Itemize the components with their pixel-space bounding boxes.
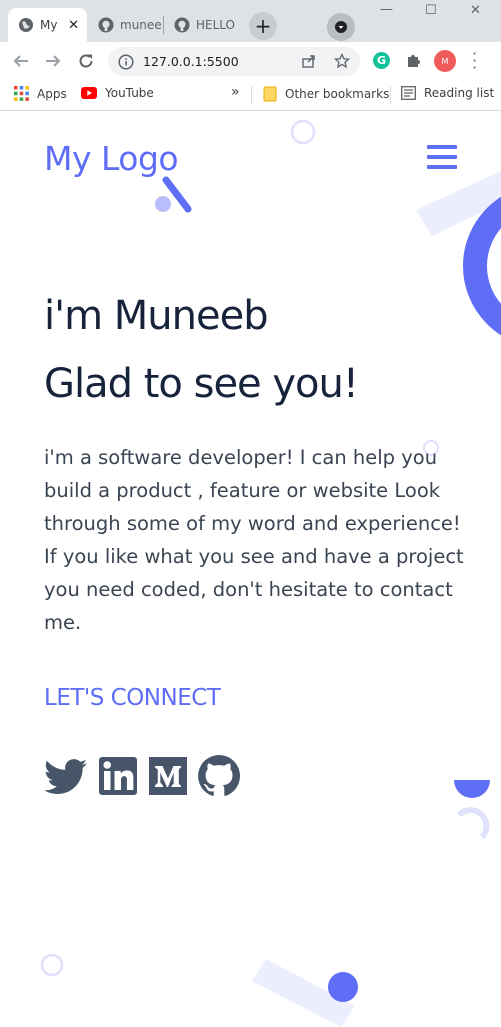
plus-icon: + [254, 14, 272, 38]
site-logo[interactable]: My Logo [44, 139, 179, 178]
decor-ring [40, 953, 64, 977]
bookmark-divider [251, 86, 252, 104]
new-tab-button[interactable]: + [249, 12, 277, 40]
star-icon[interactable] [334, 53, 350, 69]
share-icon[interactable] [301, 53, 317, 69]
hamburger-menu-icon[interactable] [427, 145, 457, 170]
tab-label: HELLO [196, 18, 235, 32]
browser-toolbar: 127.0.0.1:5500 [0, 42, 501, 80]
bookmark-label: Reading list [424, 86, 495, 100]
linkedin-icon[interactable] [98, 754, 138, 798]
reading-list-icon [401, 86, 416, 100]
reload-icon[interactable] [75, 50, 97, 72]
tab-muneeb[interactable]: munee [88, 8, 163, 42]
tab-hello[interactable]: HELLO [164, 8, 240, 42]
profile-avatar[interactable]: M [434, 50, 456, 72]
twitter-icon[interactable] [44, 754, 88, 798]
back-arrow-icon[interactable] [10, 50, 32, 72]
reading-list-button[interactable]: Reading list [401, 86, 494, 100]
github-icon[interactable] [197, 754, 241, 798]
address-bar[interactable]: 127.0.0.1:5500 [108, 47, 360, 76]
bookmark-apps[interactable]: Apps [14, 86, 67, 101]
bookmark-divider [390, 86, 391, 104]
bookmark-other[interactable]: Other bookmarks [263, 86, 389, 102]
decor-arc [456, 807, 490, 840]
decor-ring [290, 119, 316, 145]
apps-grid-icon [14, 86, 29, 101]
youtube-icon [81, 87, 97, 99]
github-favicon-icon [98, 17, 114, 33]
extensions-puzzle-icon[interactable] [405, 52, 422, 69]
tab-label: munee [120, 18, 162, 32]
intro-paragraph: i'm a software developer! I can help you… [44, 446, 464, 634]
webpage: My Logo i'm Muneeb Glad to see you! i'm … [0, 111, 501, 1027]
chevron-down-icon [335, 21, 347, 33]
hero-title-line2: Glad to see you! [44, 361, 359, 407]
medium-icon[interactable] [148, 754, 188, 798]
decor-half-circle [454, 780, 490, 798]
bookmarks-overflow-button[interactable]: » [231, 84, 240, 100]
folder-icon [263, 86, 277, 102]
bookmark-label: Other bookmarks [285, 87, 390, 101]
hero-title-line1: i'm Muneeb [44, 293, 269, 339]
bookmarks-bar: Apps YouTube » Other bookmarks Reading l… [0, 80, 501, 111]
maximize-icon[interactable]: ☐ [425, 3, 437, 18]
close-icon[interactable]: ✕ [68, 18, 79, 33]
decor-dot [328, 972, 358, 1002]
decor-ring-large [463, 196, 501, 336]
decor-dot [155, 196, 171, 212]
url-text: 127.0.0.1:5500 [143, 54, 239, 69]
tab-search-button[interactable] [327, 13, 355, 41]
forward-arrow-icon[interactable] [42, 50, 64, 72]
grammarly-icon[interactable]: G [373, 52, 390, 69]
info-icon[interactable] [118, 53, 134, 70]
tab-label: My [40, 18, 58, 32]
tab-my[interactable]: My ✕ [8, 8, 87, 42]
bookmark-label: Apps [37, 86, 67, 101]
globe-icon [18, 17, 34, 33]
tab-strip: My ✕ munee HELLO + — ☐ ✕ [0, 0, 501, 42]
bookmark-youtube[interactable]: YouTube [81, 86, 154, 100]
more-menu-icon[interactable]: · · · [472, 46, 477, 76]
window-close-icon[interactable]: ✕ [470, 3, 481, 18]
github-favicon-icon [174, 17, 190, 33]
connect-heading: LET'S CONNECT [44, 685, 221, 711]
bookmark-label: YouTube [105, 86, 154, 100]
minimize-icon[interactable]: — [380, 2, 393, 17]
